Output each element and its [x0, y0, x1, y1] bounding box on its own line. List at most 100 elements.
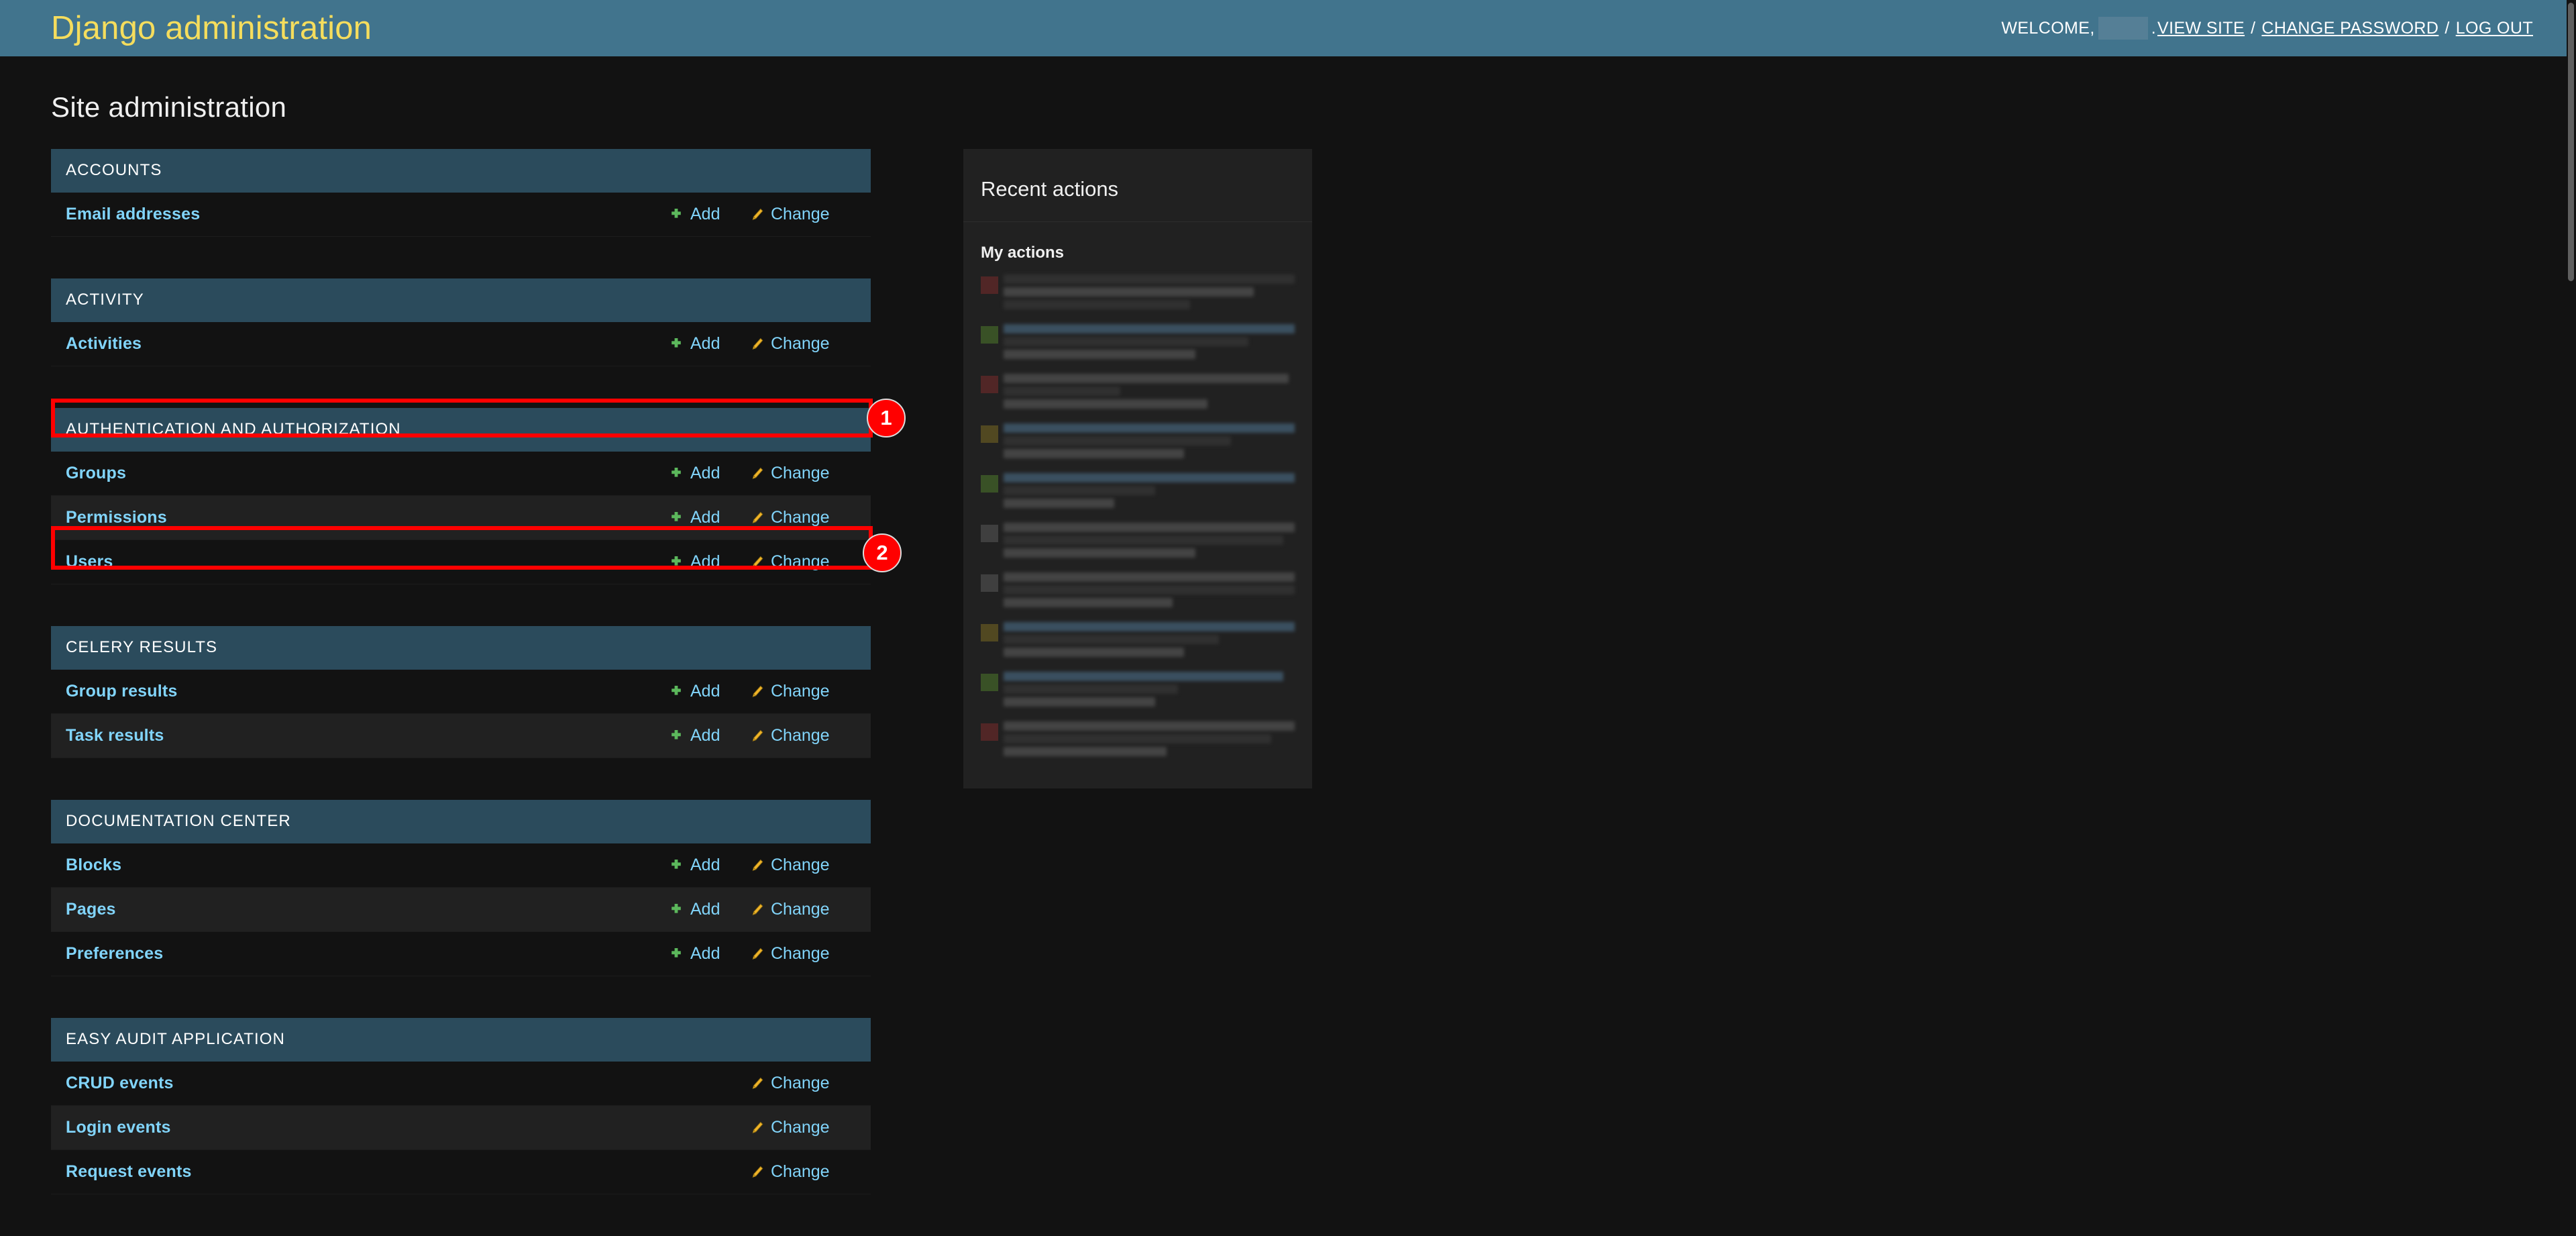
plus-icon: [668, 684, 684, 700]
log-out-link[interactable]: LOG OUT: [2456, 19, 2533, 38]
model-link[interactable]: Login events: [66, 1118, 661, 1137]
change-link[interactable]: Change: [749, 900, 856, 919]
action-type-icon: [981, 376, 998, 393]
recent-action-redacted-text: [1004, 274, 1295, 309]
action-type-icon: [981, 723, 998, 741]
redacted-line: [1004, 598, 1173, 607]
add-link[interactable]: Add: [668, 334, 749, 354]
model-actions: Add Change: [661, 682, 856, 701]
recent-action-redacted-text: [1004, 721, 1295, 756]
recent-action-item[interactable]: [981, 523, 1295, 558]
plus-icon: [668, 728, 684, 744]
change-link[interactable]: Change: [749, 726, 856, 745]
recent-action-item[interactable]: [981, 423, 1295, 458]
add-link[interactable]: Add: [668, 682, 749, 701]
module-header: ACTIVITY: [51, 278, 871, 322]
model-actions: Change: [661, 1162, 856, 1182]
model-link[interactable]: Activities: [66, 334, 661, 354]
add-link[interactable]: Add: [668, 552, 749, 572]
page-container: Site administration ACCOUNTS Email addres…: [0, 91, 2576, 1236]
model-link[interactable]: Task results: [66, 726, 661, 745]
change-password-link[interactable]: CHANGE PASSWORD: [2261, 19, 2438, 38]
recent-action-item[interactable]: [981, 274, 1295, 309]
recent-action-redacted-text: [1004, 324, 1295, 359]
recent-action-item[interactable]: [981, 473, 1295, 508]
page-scrollbar-thumb[interactable]: [2568, 3, 2574, 281]
annotation-step-badge: 1: [867, 399, 906, 437]
model-link[interactable]: Pages: [66, 900, 661, 919]
redacted-line: [1004, 734, 1272, 743]
plus-icon: [668, 858, 684, 874]
module-header: CELERY RESULTS: [51, 626, 871, 670]
change-link[interactable]: Change: [749, 1074, 856, 1093]
add-link[interactable]: Add: [668, 856, 749, 875]
change-link[interactable]: Change: [749, 944, 856, 964]
redacted-line: [1004, 535, 1283, 545]
add-link[interactable]: Add: [668, 944, 749, 964]
app-module: DOCUMENTATION CENTER Blocks Add Change Pages…: [51, 800, 871, 976]
add-link[interactable]: Add: [668, 464, 749, 483]
change-label: Change: [771, 1074, 830, 1092]
model-link[interactable]: CRUD events: [66, 1074, 661, 1093]
change-link[interactable]: Change: [749, 205, 856, 224]
model-row: Login events Change: [51, 1106, 871, 1150]
model-link[interactable]: Email addresses: [66, 205, 661, 224]
model-row: Users Add Change: [51, 540, 871, 584]
plus-icon: [668, 207, 684, 223]
add-label: Add: [690, 334, 720, 353]
model-row: Email addresses Add Change: [51, 193, 871, 237]
model-link[interactable]: Permissions: [66, 508, 661, 527]
recent-action-redacted-text: [1004, 523, 1295, 558]
username-redacted: [2098, 17, 2148, 40]
recent-action-item[interactable]: [981, 324, 1295, 359]
recent-action-item[interactable]: [981, 572, 1295, 607]
change-link[interactable]: Change: [749, 508, 856, 527]
recent-action-item[interactable]: [981, 374, 1295, 409]
model-actions: Change: [661, 1118, 856, 1137]
model-actions: Add Change: [661, 334, 856, 354]
model-link[interactable]: Groups: [66, 464, 661, 483]
redacted-line: [1004, 374, 1289, 383]
recent-action-item[interactable]: [981, 622, 1295, 657]
recent-action-item[interactable]: [981, 721, 1295, 756]
recent-actions-panel: Recent actions My actions: [963, 149, 1312, 788]
model-actions: Add Change: [661, 508, 856, 527]
recent-action-redacted-text: [1004, 423, 1295, 458]
recent-action-item[interactable]: [981, 672, 1295, 707]
change-link[interactable]: Change: [749, 1162, 856, 1182]
change-label: Change: [771, 1118, 830, 1137]
model-actions: Add Change: [661, 944, 856, 964]
change-link[interactable]: Change: [749, 464, 856, 483]
change-link[interactable]: Change: [749, 682, 856, 701]
add-link[interactable]: Add: [668, 900, 749, 919]
add-link[interactable]: Add: [668, 726, 749, 745]
model-link[interactable]: Preferences: [66, 944, 661, 964]
change-link[interactable]: Change: [749, 856, 856, 875]
model-link[interactable]: Request events: [66, 1162, 661, 1182]
redacted-line: [1004, 449, 1185, 458]
redacted-line: [1004, 697, 1155, 707]
view-site-link[interactable]: VIEW SITE: [2157, 19, 2245, 38]
add-link[interactable]: Add: [668, 205, 749, 224]
model-link[interactable]: Group results: [66, 682, 661, 701]
model-row: Preferences Add Change: [51, 932, 871, 976]
redacted-line: [1004, 721, 1295, 731]
change-label: Change: [771, 508, 830, 527]
change-link[interactable]: Change: [749, 552, 856, 572]
model-link[interactable]: Users: [66, 552, 661, 572]
app-module: AUTHENTICATION AND AUTHORIZATION Groups Ad…: [51, 408, 871, 584]
model-row: Groups Add Change: [51, 452, 871, 496]
model-link[interactable]: Blocks: [66, 856, 661, 875]
add-label: Add: [690, 682, 720, 701]
change-link[interactable]: Change: [749, 1118, 856, 1137]
change-label: Change: [771, 334, 830, 353]
add-link[interactable]: Add: [668, 508, 749, 527]
site-brand: Django administration: [51, 10, 372, 46]
pencil-icon: [749, 466, 765, 482]
redacted-line: [1004, 499, 1114, 508]
redacted-line: [1004, 387, 1120, 396]
change-label: Change: [771, 552, 830, 571]
change-link[interactable]: Change: [749, 334, 856, 354]
pencil-icon: [749, 902, 765, 918]
pencil-icon: [749, 207, 765, 223]
